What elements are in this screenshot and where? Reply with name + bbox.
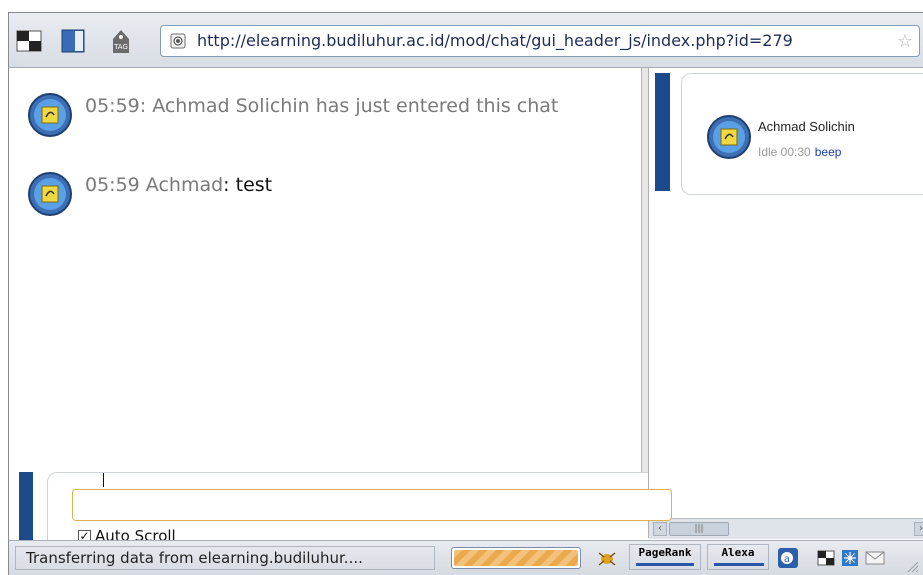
chat-message: 05:59: Achmad Solichin has just entered … [27, 92, 605, 138]
system-message-text: 05:59: Achmad Solichin has just entered … [85, 95, 559, 117]
progress-fill [454, 550, 578, 566]
status-text: Transferring data from elearning.budiluh… [15, 546, 435, 570]
alexa-label: Alexa [721, 546, 755, 559]
chat-message: 05:59 Achmad: test [27, 171, 605, 217]
snowflake-icon[interactable] [841, 549, 859, 567]
bookmark-star-icon[interactable]: ☆ [897, 31, 913, 52]
page-icon [170, 33, 186, 49]
scrollbar-thumb[interactable]: ||| [669, 522, 729, 536]
input-accent-bar [19, 472, 33, 540]
bug-icon[interactable] [597, 549, 617, 567]
url-bar[interactable]: http://elearning.budiluhur.ac.id/mod/cha… [160, 25, 920, 57]
user-avatar-icon [28, 93, 72, 137]
message-time: 05:59 [85, 174, 146, 196]
message-separator: : [223, 174, 236, 196]
user-status: Idle 00:30 beep [758, 145, 841, 159]
amazon-icon[interactable]: a [777, 547, 799, 569]
scroll-right-arrow-icon[interactable]: › [914, 522, 923, 536]
url-text[interactable]: http://elearning.budiluhur.ac.id/mod/cha… [197, 31, 793, 50]
window-tile-icon[interactable] [15, 27, 43, 55]
message-body: test [235, 174, 273, 196]
pagerank-widget[interactable]: PageRank [629, 544, 701, 570]
resize-grip-icon[interactable] [905, 559, 919, 573]
chat-message-text: 05:59 Achmad: test [85, 171, 605, 200]
user-idle-time: Idle 00:30 [758, 145, 811, 159]
progress-bar [451, 547, 581, 569]
pagerank-label: PageRank [638, 546, 692, 559]
alexa-meter [714, 563, 764, 566]
text-caret [103, 473, 104, 487]
user-avatar-icon [28, 172, 72, 216]
pane-splitter[interactable] [641, 68, 649, 538]
beep-link[interactable]: beep [815, 145, 842, 159]
tag-icon[interactable]: TAG [107, 27, 135, 55]
chat-messages-pane: 05:59: Achmad Solichin has just entered … [9, 68, 641, 538]
user-avatar-icon [707, 115, 751, 159]
sidebar-icon[interactable] [59, 27, 87, 55]
scroll-left-arrow-icon[interactable]: ‹ [653, 522, 667, 536]
svg-text:TAG: TAG [113, 43, 128, 51]
horizontal-scrollbar[interactable]: ‹ ||| › [649, 518, 923, 539]
svg-text:a: a [784, 554, 790, 565]
browser-toolbar: TAG http://elearning.budiluhur.ac.id/mod… [9, 13, 923, 68]
chat-input-area: ✓ Auto Scroll [9, 470, 672, 545]
alexa-widget[interactable]: Alexa [707, 544, 769, 570]
users-accent-bar [655, 73, 670, 191]
users-pane: Achmad Solichin Idle 00:30 beep [649, 68, 923, 523]
browser-window: TAG http://elearning.budiluhur.ac.id/mod… [8, 12, 923, 575]
pagerank-meter [636, 563, 694, 566]
input-panel: ✓ Auto Scroll [47, 472, 672, 545]
status-bar: Transferring data from elearning.budiluh… [9, 540, 923, 575]
window-tile-small-icon[interactable] [817, 550, 835, 566]
user-name[interactable]: Achmad Solichin [758, 119, 855, 134]
message-input[interactable] [72, 489, 672, 521]
mail-icon[interactable] [865, 551, 885, 565]
message-author: Achmad [145, 174, 224, 196]
users-list: Achmad Solichin Idle 00:30 beep [681, 73, 923, 195]
